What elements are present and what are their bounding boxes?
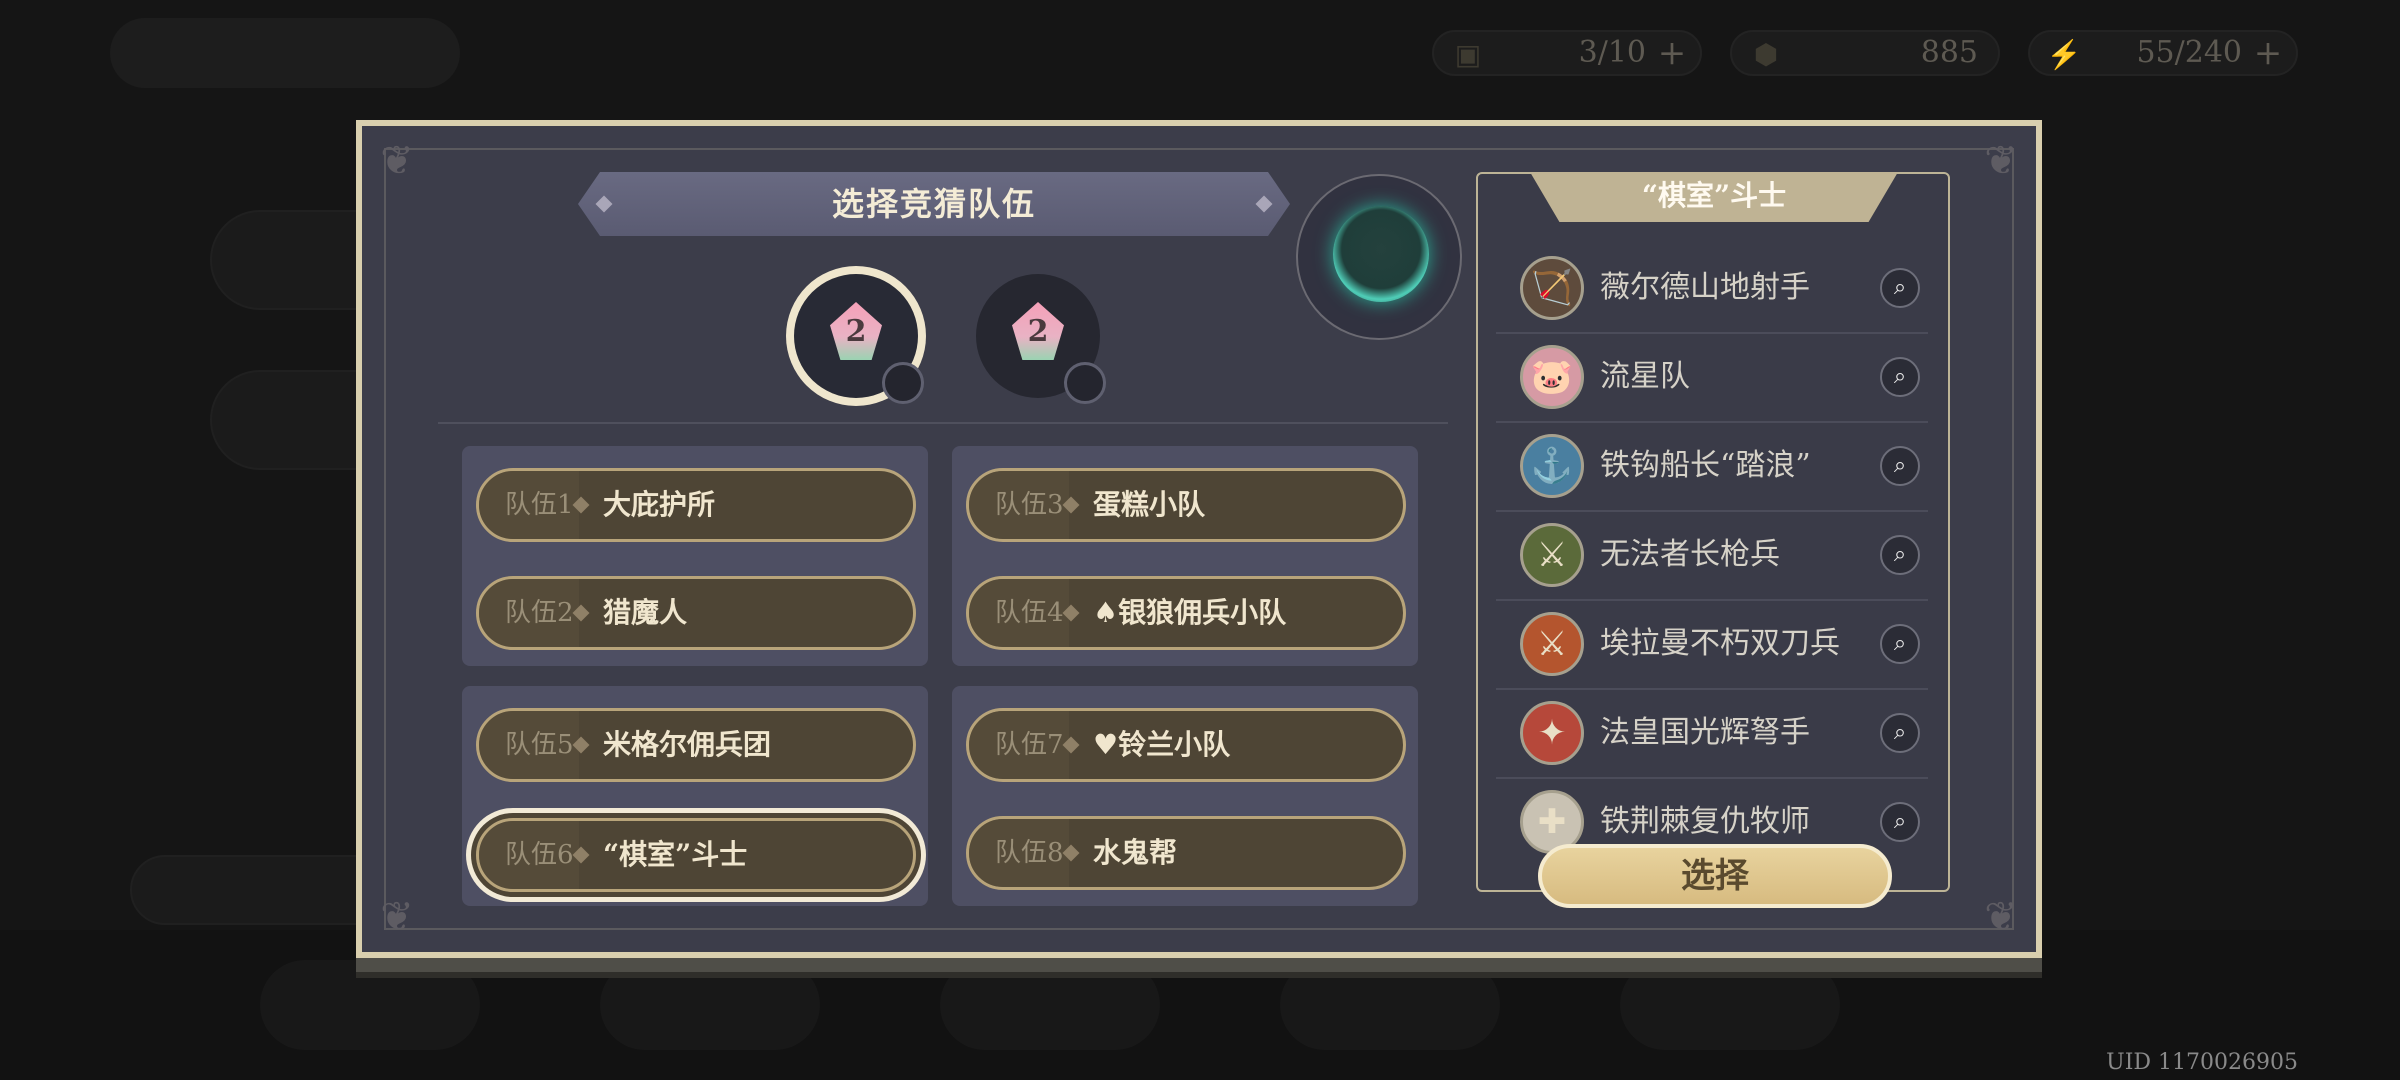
resource-value: 3/10 bbox=[1578, 35, 1646, 70]
team-number: 队伍8 bbox=[995, 838, 1064, 868]
tier-badge-selected[interactable]: 2 bbox=[794, 274, 924, 404]
ornament-icon: ❦ bbox=[380, 138, 414, 184]
add-cards-button[interactable]: + bbox=[1656, 36, 1688, 70]
member-name: 埃拉曼不朽双刀兵 bbox=[1600, 626, 1840, 661]
background-title bbox=[110, 18, 460, 88]
team-option-5[interactable]: 队伍5 米格尔佣兵团 bbox=[476, 708, 916, 782]
roster-member: ⚔ 无法者长枪兵 ⌕ bbox=[1496, 511, 1928, 601]
team-name: 水鬼帮 bbox=[1093, 836, 1178, 869]
resource-energy: ⚡ 55/240 + bbox=[2028, 30, 2298, 76]
dialog-title: 选择竞猜队伍 bbox=[831, 185, 1036, 223]
search-icon[interactable]: ⌕ bbox=[1880, 446, 1920, 486]
user-id: UID 1170026905 bbox=[2106, 1050, 2298, 1075]
diamond-icon bbox=[1255, 195, 1273, 213]
team-option-1[interactable]: 队伍1 大庇护所 bbox=[476, 468, 916, 542]
team-group: 队伍1 大庇护所 队伍2 猎魔人 bbox=[462, 446, 928, 666]
team-name: 蛋糕小队 bbox=[1093, 488, 1206, 521]
roster-member: ⚓ 铁钩船长“踏浪” ⌕ bbox=[1496, 422, 1928, 512]
ornament-icon: ❦ bbox=[380, 894, 414, 940]
select-team-dialog: ❦ ❦ ❦ ❦ 选择竞猜队伍 2 2 队伍1 大庇护所 队伍2 猎魔人 队伍3 … bbox=[356, 120, 2042, 958]
team-number: 队伍4 bbox=[995, 598, 1064, 628]
captain-avatar-icon: ⚓ bbox=[1520, 434, 1584, 498]
refresh-orb-button[interactable] bbox=[1296, 174, 1462, 340]
background-nav-item bbox=[1280, 960, 1500, 1050]
tier-badge[interactable]: 2 bbox=[976, 274, 1106, 404]
background-nav-item bbox=[260, 960, 480, 1050]
background-nav-item bbox=[600, 960, 820, 1050]
team-number: 队伍2 bbox=[505, 598, 574, 628]
search-icon[interactable]: ⌕ bbox=[1880, 268, 1920, 308]
member-name: 流星队 bbox=[1600, 359, 1690, 394]
background-nav-item bbox=[940, 960, 1160, 1050]
resource-coins: ⬢ 885 bbox=[1730, 30, 2000, 76]
team-number: 队伍7 bbox=[995, 730, 1064, 760]
background-nav-item bbox=[1620, 960, 1840, 1050]
search-icon[interactable]: ⌕ bbox=[1880, 357, 1920, 397]
badge-indicator bbox=[882, 362, 924, 404]
team-option-8[interactable]: 队伍8 水鬼帮 bbox=[966, 816, 1406, 890]
team-option-3[interactable]: 队伍3 蛋糕小队 bbox=[966, 468, 1406, 542]
search-icon[interactable]: ⌕ bbox=[1880, 535, 1920, 575]
team-number: 队伍5 bbox=[505, 730, 574, 760]
team-option-6-selected[interactable]: 队伍6 “棋室”斗士 bbox=[476, 818, 916, 892]
member-name: 铁钩船长“踏浪” bbox=[1600, 448, 1811, 483]
member-name: 无法者长枪兵 bbox=[1600, 537, 1780, 572]
archer-avatar-icon: 🏹 bbox=[1520, 256, 1584, 320]
team-name: ♥铃兰小队 bbox=[1093, 728, 1231, 761]
ornament-icon: ❦ bbox=[1984, 138, 2018, 184]
team-name: 猎魔人 bbox=[603, 596, 688, 629]
resource-value: 885 bbox=[1920, 35, 1978, 70]
team-name: 大庇护所 bbox=[603, 488, 716, 521]
crossbow-avatar-icon: ✦ bbox=[1520, 701, 1584, 765]
resource-value: 55/240 bbox=[2136, 35, 2242, 70]
team-name: 米格尔佣兵团 bbox=[603, 728, 772, 761]
member-name: 薇尔德山地射手 bbox=[1600, 270, 1810, 305]
background-panel bbox=[130, 855, 394, 925]
roster-member: ✦ 法皇国光辉弩手 ⌕ bbox=[1496, 689, 1928, 779]
team-roster-panel: “棋室”斗士 🏹 薇尔德山地射手 ⌕ 🐷 流星队 ⌕ ⚓ 铁钩船长“踏浪” ⌕ … bbox=[1476, 172, 1950, 908]
coin-icon: ⬢ bbox=[1753, 37, 1779, 71]
search-icon[interactable]: ⌕ bbox=[1880, 713, 1920, 753]
badge-indicator bbox=[1064, 362, 1106, 404]
pig-avatar-icon: 🐷 bbox=[1520, 345, 1584, 409]
roster-member: ⚔ 埃拉曼不朽双刀兵 ⌕ bbox=[1496, 600, 1928, 690]
team-option-4[interactable]: 队伍4 ♠银狼佣兵小队 bbox=[966, 576, 1406, 650]
roster-title: “棋室”斗士 bbox=[1530, 172, 1898, 222]
team-number: 队伍3 bbox=[995, 490, 1064, 520]
team-number: 队伍6 bbox=[505, 840, 574, 870]
resource-cards: ▣ 3/10 + bbox=[1432, 30, 1702, 76]
team-name: “棋室”斗士 bbox=[603, 838, 748, 871]
card-icon: ▣ bbox=[1454, 37, 1482, 71]
spearman-avatar-icon: ⚔ bbox=[1520, 523, 1584, 587]
add-energy-button[interactable]: + bbox=[2252, 36, 2284, 70]
energy-icon: ⚡ bbox=[2046, 37, 2082, 71]
search-icon[interactable]: ⌕ bbox=[1880, 624, 1920, 664]
select-button[interactable]: 选择 bbox=[1538, 844, 1892, 908]
team-option-2[interactable]: 队伍2 猎魔人 bbox=[476, 576, 916, 650]
roster-member: 🏹 薇尔德山地射手 ⌕ bbox=[1496, 244, 1928, 334]
member-name: 法皇国光辉弩手 bbox=[1600, 715, 1810, 750]
team-group: 队伍3 蛋糕小队 队伍4 ♠银狼佣兵小队 bbox=[952, 446, 1418, 666]
diamond-icon bbox=[595, 195, 613, 213]
blademaster-avatar-icon: ⚔ bbox=[1520, 612, 1584, 676]
roster-member: 🐷 流星队 ⌕ bbox=[1496, 333, 1928, 423]
orb-icon bbox=[1333, 206, 1429, 302]
dialog-title-banner: 选择竞猜队伍 bbox=[578, 172, 1290, 236]
team-group: 队伍7 ♥铃兰小队 队伍8 水鬼帮 bbox=[952, 686, 1418, 906]
search-icon[interactable]: ⌕ bbox=[1880, 802, 1920, 842]
team-option-7[interactable]: 队伍7 ♥铃兰小队 bbox=[966, 708, 1406, 782]
tier-chip-icon: 2 bbox=[1012, 302, 1064, 360]
divider bbox=[438, 422, 1448, 424]
team-number: 队伍1 bbox=[505, 490, 574, 520]
ornament-icon: ❦ bbox=[1984, 894, 2018, 940]
team-group: 队伍5 米格尔佣兵团 队伍6 “棋室”斗士 bbox=[462, 686, 928, 906]
tier-chip-icon: 2 bbox=[830, 302, 882, 360]
team-name: ♠银狼佣兵小队 bbox=[1093, 596, 1287, 629]
